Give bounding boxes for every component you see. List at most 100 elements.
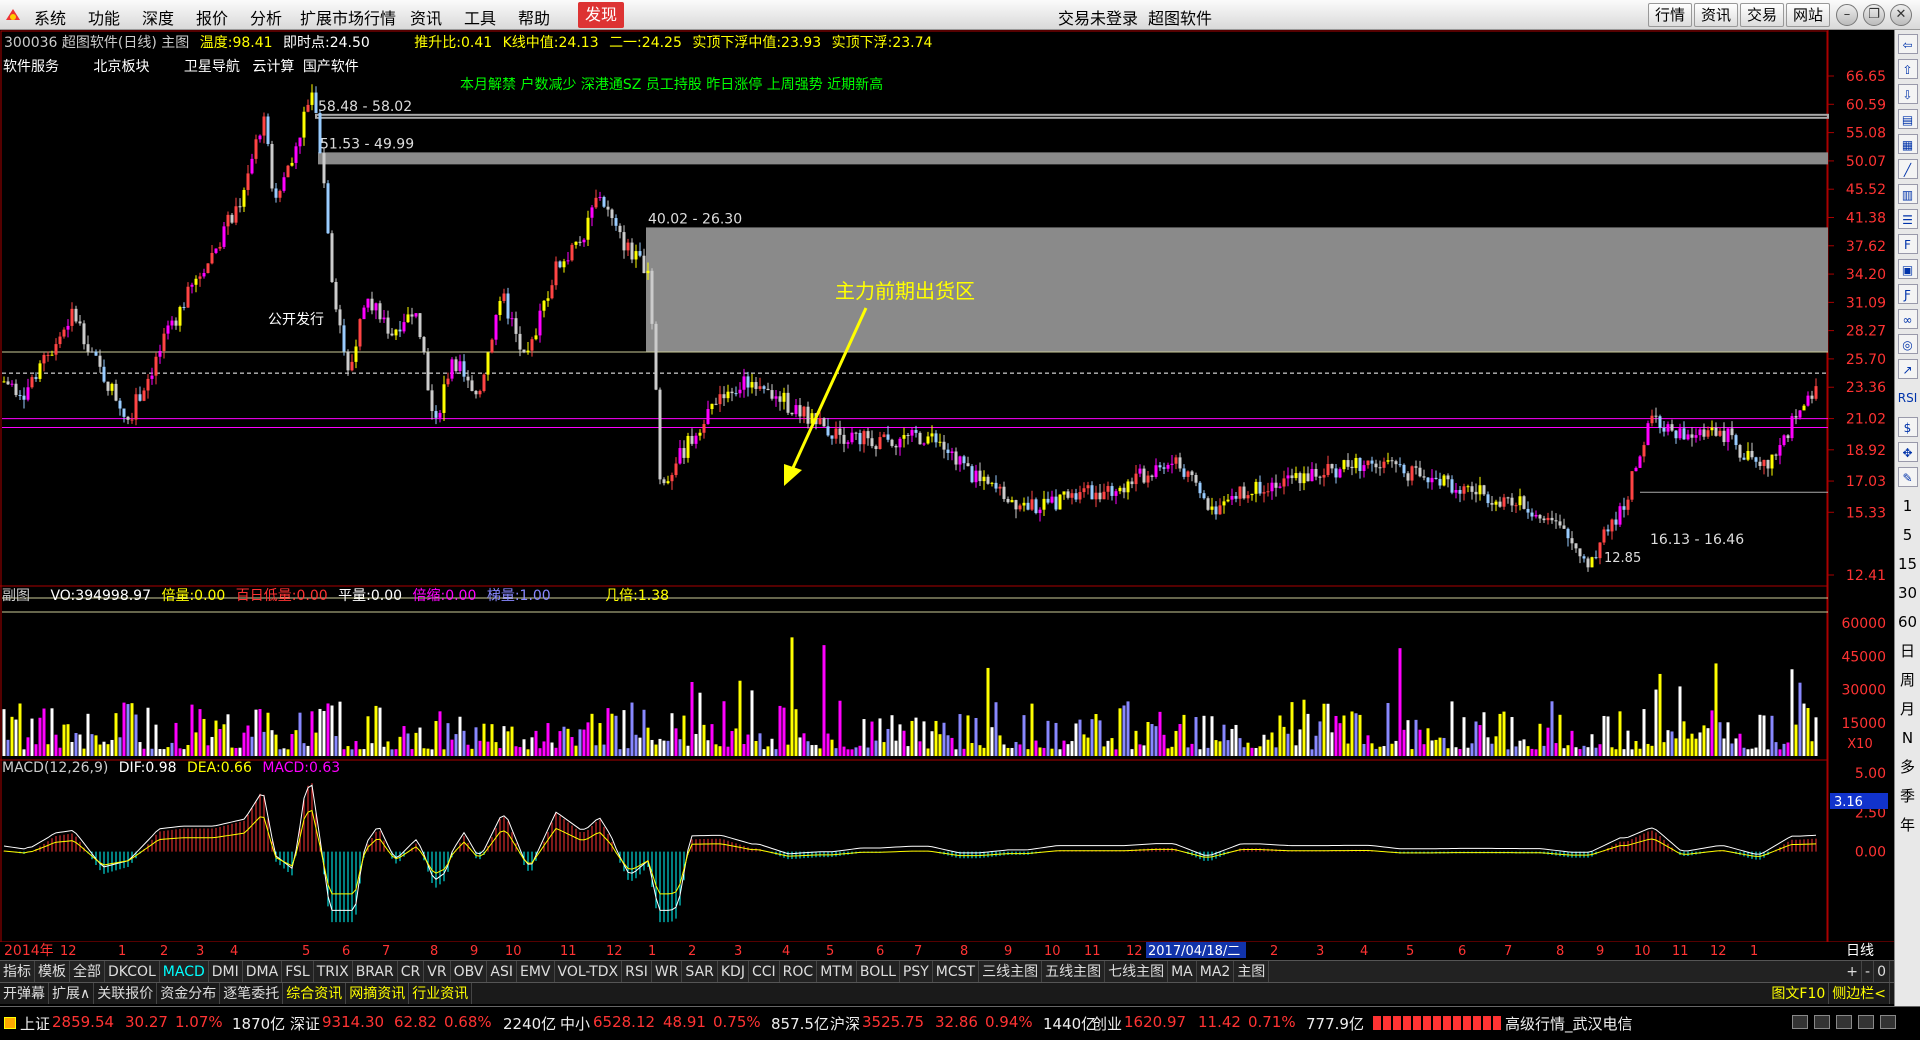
picture-icon[interactable]: ▣ — [1897, 259, 1918, 279]
right-tab[interactable]: 侧边栏< — [1829, 983, 1890, 1004]
arrow-up-icon[interactable]: ⇧ — [1897, 59, 1918, 79]
window-icon[interactable] — [1792, 1015, 1808, 1029]
sidebar-period-15[interactable]: 15 — [1895, 550, 1920, 579]
indicator-tab[interactable]: 模板 — [35, 961, 70, 982]
indicator-tab[interactable]: DKCOL — [105, 961, 160, 982]
sidebar-period-multi[interactable]: 多 — [1895, 753, 1920, 782]
indicator-tab[interactable]: 全部 — [70, 961, 105, 982]
indicator-tab[interactable]: MCST — [933, 961, 980, 982]
menu-discover[interactable]: 发现 — [578, 2, 625, 28]
zx-label[interactable]: 中小 — [560, 1013, 590, 1034]
function-tab[interactable]: 关联报价 — [94, 983, 158, 1004]
cy-label[interactable]: 创业 — [1092, 1013, 1122, 1034]
sidebar-period-month[interactable]: 月 — [1895, 695, 1920, 724]
target-icon[interactable]: ◎ — [1897, 334, 1918, 354]
menu-tools[interactable]: 工具 — [464, 5, 496, 29]
sidebar-period-1[interactable]: 1 — [1895, 492, 1920, 521]
indicator-tab[interactable]: CCI — [749, 961, 780, 982]
function-tab[interactable]: 开弹幕 — [0, 983, 49, 1004]
restore-icon[interactable]: ❐ — [1863, 4, 1885, 26]
sz-label[interactable]: 深证 — [290, 1013, 320, 1034]
indicator-tab[interactable]: VOL-TDX — [555, 961, 623, 982]
indicator-tab[interactable]: 五线主图 — [1042, 961, 1106, 982]
menu-help[interactable]: 帮助 — [518, 5, 550, 29]
link-icon[interactable]: ∞ — [1897, 309, 1918, 329]
indicator-tab[interactable]: CR — [398, 961, 425, 982]
sector-tag[interactable]: 北京板块 — [93, 59, 149, 75]
zoom-button[interactable]: + — [1843, 961, 1863, 982]
move-icon[interactable]: ✥ — [1897, 442, 1918, 462]
zoom-button[interactable]: 0 — [1874, 961, 1890, 982]
sector-tag[interactable]: 云计算 — [252, 59, 294, 75]
function-tab[interactable]: 扩展∧ — [49, 983, 95, 1004]
hs-label[interactable]: 沪深 — [830, 1013, 860, 1034]
trend-icon[interactable]: ↗ — [1897, 359, 1918, 379]
sidebar-period-year[interactable]: 年 — [1895, 811, 1920, 840]
f10-icon[interactable]: F — [1897, 234, 1918, 254]
indicator-tab[interactable]: EMV — [517, 961, 555, 982]
indicator-tab[interactable]: FSL — [282, 961, 314, 982]
candle-icon[interactable]: ▥ — [1897, 184, 1918, 204]
chart-icon[interactable]: ▤ — [1897, 109, 1918, 129]
indicator-tab[interactable]: PSY — [900, 961, 933, 982]
indicator-tab[interactable]: SAR — [682, 961, 718, 982]
menu-ext-market[interactable]: 扩展市场行情 — [300, 5, 396, 29]
indicator-tab[interactable]: RSI — [622, 961, 652, 982]
sidebar-rsi[interactable]: RSI — [1895, 384, 1920, 413]
menu-news[interactable]: 资讯 — [410, 5, 442, 29]
indicator-tab[interactable]: ASI — [487, 961, 517, 982]
sidebar-period-60[interactable]: 60 — [1895, 608, 1920, 637]
formula-icon[interactable]: Ƒ — [1897, 284, 1918, 304]
indicator-tab[interactable]: MACD — [160, 961, 209, 982]
right-tab[interactable]: 图文F10 — [1768, 983, 1830, 1004]
sidebar-period-week[interactable]: 周 — [1895, 666, 1920, 695]
close-icon[interactable]: ✕ — [1890, 4, 1912, 26]
menu-quote[interactable]: 报价 — [196, 5, 228, 29]
sidebar-period-n[interactable]: N — [1895, 724, 1920, 753]
function-tab[interactable]: 资金分布 — [157, 983, 221, 1004]
indicator-tab[interactable]: KDJ — [718, 961, 749, 982]
sector-tag[interactable]: 软件服务 — [3, 59, 59, 75]
menu-depth[interactable]: 深度 — [142, 5, 174, 29]
indicator-tab[interactable]: WR — [652, 961, 683, 982]
sector-tag[interactable]: 卫星导航 — [184, 59, 240, 75]
menu-analysis[interactable]: 分析 — [250, 5, 282, 29]
zoom-button[interactable]: - — [1862, 961, 1875, 982]
menu-function[interactable]: 功能 — [88, 5, 120, 29]
sidebar-period-day[interactable]: 日 — [1895, 637, 1920, 666]
sidebar-period-quarter[interactable]: 季 — [1895, 782, 1920, 811]
message-icon[interactable] — [1836, 1015, 1852, 1029]
indicator-tab[interactable]: BRAR — [353, 961, 398, 982]
pen-icon[interactable]: ✎ — [1897, 467, 1918, 487]
menu-system[interactable]: 系统 — [34, 5, 66, 29]
server-name[interactable]: 高级行情_武汉电信 — [1505, 1013, 1633, 1034]
toolbar-trade-button[interactable]: 交易 — [1740, 3, 1785, 27]
indicator-tab[interactable]: 三线主图 — [979, 961, 1043, 982]
dollar-icon[interactable]: $ — [1897, 417, 1918, 437]
indicator-tab[interactable]: MTM — [817, 961, 857, 982]
list-icon[interactable]: ☰ — [1897, 209, 1918, 229]
indicator-tab[interactable]: VR — [424, 961, 451, 982]
line-chart-icon[interactable]: ╱ — [1897, 159, 1918, 179]
arrow-left-icon[interactable]: ⇦ — [1897, 34, 1918, 54]
indicator-tab[interactable]: OBV — [451, 961, 488, 982]
table-icon[interactable]: ▦ — [1897, 134, 1918, 154]
price-chart[interactable]: 58.48 - 58.02 51.53 - 49.99 40.02 - 26.30 公… — [0, 30, 1894, 958]
sh-label[interactable]: 上证 — [20, 1013, 50, 1034]
indicator-tab[interactable]: MA2 — [1197, 961, 1235, 982]
settings-icon[interactable] — [1858, 1015, 1874, 1029]
indicator-tab[interactable]: 主图 — [1234, 961, 1270, 982]
lock-icon[interactable] — [1880, 1015, 1896, 1029]
minimize-icon[interactable]: – — [1836, 4, 1858, 26]
sidebar-period-30[interactable]: 30 — [1895, 579, 1920, 608]
indicator-tab[interactable]: DMA — [243, 961, 283, 982]
indicator-tab[interactable]: BOLL — [857, 961, 900, 982]
indicator-tab[interactable]: 七线主图 — [1105, 961, 1169, 982]
function-tab[interactable]: 逐笔委托 — [220, 983, 284, 1004]
function-tab[interactable]: 网摘资讯 — [346, 983, 410, 1004]
indicator-tab[interactable]: ROC — [780, 961, 818, 982]
indicator-tab[interactable]: 指标 — [0, 961, 35, 982]
function-tab[interactable]: 综合资讯 — [283, 983, 347, 1004]
sidebar-period-5[interactable]: 5 — [1895, 521, 1920, 550]
indicator-tab[interactable]: DMI — [209, 961, 243, 982]
